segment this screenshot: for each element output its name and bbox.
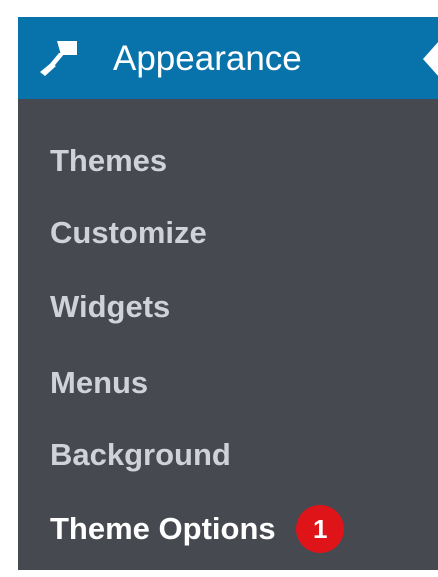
paintbrush-icon (39, 39, 79, 77)
appearance-menu-header[interactable]: Appearance (18, 17, 438, 99)
submenu-item-customize[interactable]: Customize (50, 211, 207, 251)
submenu-item-label: Themes (50, 142, 168, 178)
submenu-item-label: Theme Options (50, 511, 276, 546)
step-number-badge: 1 (296, 505, 345, 553)
submenu-item-label: Background (50, 436, 231, 472)
submenu-item-background[interactable]: Background (50, 433, 231, 473)
submenu-item-label: Customize (50, 214, 207, 250)
submenu-item-theme-options[interactable]: Theme Options 1 (50, 505, 345, 553)
current-menu-arrow-icon (423, 41, 438, 77)
submenu-item-label: Menus (50, 364, 149, 400)
submenu-item-label: Widgets (50, 288, 171, 324)
submenu-item-menus[interactable]: Menus (50, 361, 148, 401)
appearance-menu-title: Appearance (113, 39, 302, 78)
submenu-item-widgets[interactable]: Widgets (50, 285, 170, 325)
submenu-item-themes[interactable]: Themes (50, 139, 167, 179)
admin-sidebar-menu: Appearance Themes Customize Widgets Menu… (18, 17, 438, 570)
